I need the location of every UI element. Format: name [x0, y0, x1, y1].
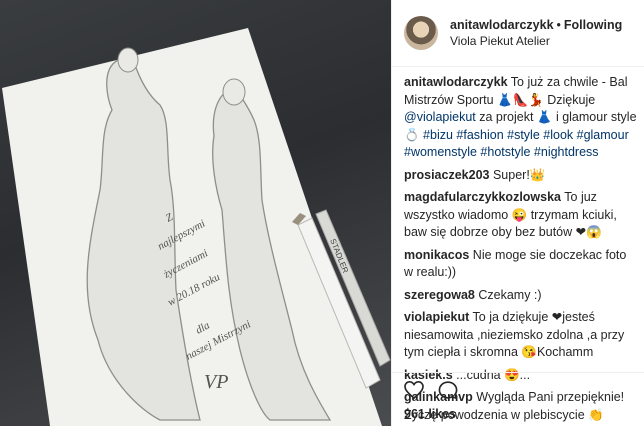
comment-username[interactable]: prosiaczek203 — [404, 168, 489, 182]
comment-text: Super!👑 — [492, 167, 546, 182]
caption: anitawlodarczykk To już za chwile - Bal … — [404, 74, 638, 162]
header-separator: • — [556, 18, 561, 32]
likes-count[interactable]: 961 likes — [404, 407, 456, 421]
actions-divider — [392, 372, 644, 373]
caption-username[interactable]: anitawlodarczykk — [404, 75, 508, 89]
svg-text:VP: VP — [204, 371, 228, 393]
caption-mention[interactable]: @violapiekut — [404, 110, 476, 124]
header-username[interactable]: anitawlodarczykk — [450, 18, 554, 32]
comment-item: szeregowa8 Czekamy :) — [404, 287, 638, 305]
comment-item: magdafularczykkozlowska To juz wszystko … — [404, 189, 638, 242]
figure-front-head — [222, 78, 246, 106]
heart-icon[interactable] — [404, 380, 424, 402]
post-sidebar: anitawlodarczykk • Following Viola Piekut … — [391, 0, 644, 426]
comment-username[interactable]: monikacos — [404, 248, 469, 262]
comment-icon[interactable] — [438, 381, 458, 402]
following-button[interactable]: Following — [564, 18, 622, 32]
sketch-illustration: Z najlepszymi życzeniami w 20.18 roku dl… — [2, 28, 391, 426]
comment-item: violapiekut To ja dziękuje ❤jesteś niesa… — [404, 309, 638, 362]
location-link[interactable]: Viola Piekut Atelier — [450, 33, 622, 49]
comment-username[interactable]: violapiekut — [404, 310, 469, 324]
comment-list: anitawlodarczykk To już za chwile - Bal … — [404, 74, 638, 429]
comment-username[interactable]: kasiek.s — [404, 368, 453, 382]
comment-username[interactable]: szeregowa8 — [404, 288, 475, 302]
comment-username[interactable]: magdafularczykkozlowska — [404, 190, 561, 204]
post-photo[interactable]: Z najlepszymi życzeniami w 20.18 roku dl… — [0, 0, 391, 426]
instagram-post: Z najlepszymi życzeniami w 20.18 roku dl… — [0, 0, 644, 426]
caption-hashtags[interactable]: #bizu #fashion #style #look #glamour #wo… — [404, 128, 629, 160]
comment-item: prosiaczek203 Super!👑 — [404, 167, 638, 185]
figure-back-head — [117, 47, 139, 73]
comment-text: ...cudna 😍... — [456, 367, 531, 382]
post-header: anitawlodarczykk • Following Viola Piekut … — [392, 0, 644, 67]
post-actions — [404, 380, 458, 402]
comment-text: Czekamy :) — [478, 287, 542, 302]
comment-item: monikacos Nie moge sie doczekac foto w r… — [404, 247, 638, 282]
avatar[interactable] — [404, 16, 438, 50]
